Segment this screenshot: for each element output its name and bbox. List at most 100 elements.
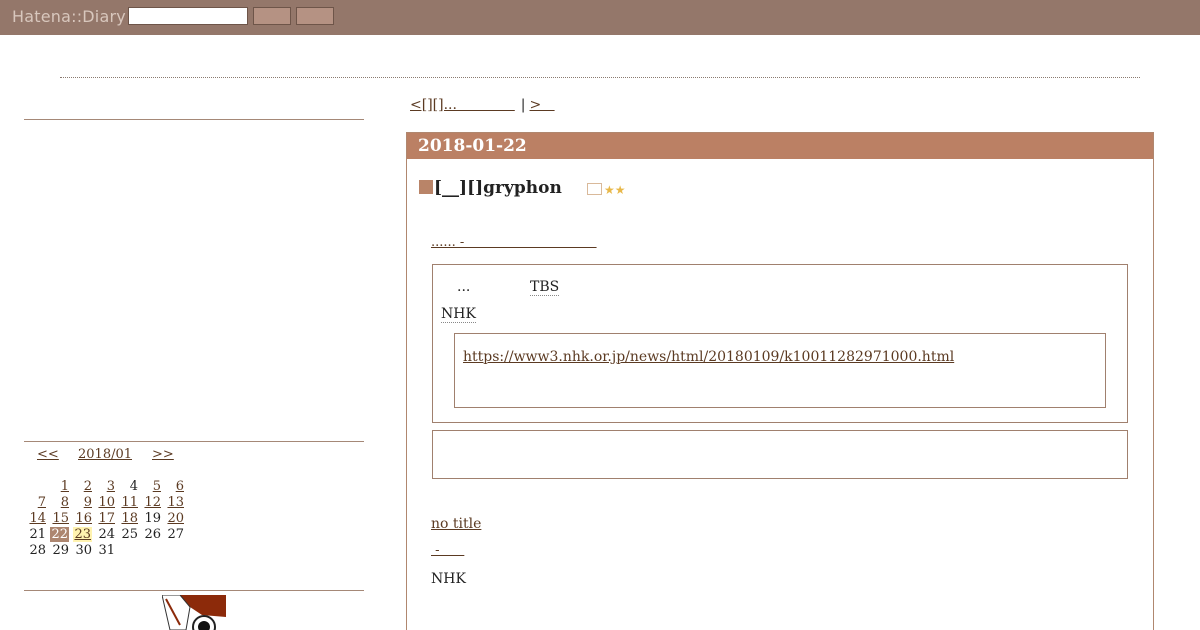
inner-quote-box: https://www3.nhk.or.jp/news/html/2018010…	[454, 333, 1106, 408]
calendar-day-link[interactable]: 10	[98, 495, 115, 510]
calendar-day-link[interactable]: 9	[84, 495, 92, 510]
calendar-day: 9	[70, 495, 93, 511]
calendar-day-link[interactable]: 12	[144, 495, 161, 510]
calendar-day-text: 19	[144, 511, 161, 526]
calendar-day: 12	[139, 495, 162, 511]
sidebar-divider-top	[24, 119, 364, 120]
empty-quote-box	[432, 430, 1128, 479]
next-entry-link[interactable]: >	[530, 97, 555, 113]
calendar-day: 19	[139, 511, 162, 527]
calendar-day-link[interactable]: 17	[98, 511, 115, 526]
calendar-day: 22	[47, 527, 70, 543]
calendar-empty-cell	[162, 543, 185, 559]
add-star-icon[interactable]	[587, 183, 602, 195]
header-button[interactable]	[296, 7, 334, 25]
calendar-day: 1	[47, 479, 70, 495]
site-logo[interactable]: Hatena::Diary	[12, 7, 126, 26]
sidebar-divider-bottom	[24, 590, 364, 591]
quote-ellipsis: ...	[457, 279, 471, 295]
calendar-day-link[interactable]: 5	[153, 479, 161, 494]
calendar-day: 27	[162, 527, 185, 543]
quote-box: ... TBS NHK https://www3.nhk.or.jp/news/…	[432, 264, 1128, 423]
calendar-day-link[interactable]: 18	[121, 511, 138, 526]
calendar-day: 31	[93, 543, 116, 559]
calendar-day: 21	[24, 527, 47, 543]
prev-entry-link[interactable]: <[][]...	[410, 97, 515, 113]
calendar-empty-cell	[139, 543, 162, 559]
calendar-day-link[interactable]: 23	[74, 527, 91, 542]
search-input[interactable]	[128, 7, 248, 25]
no-title-link[interactable]: no title	[431, 516, 481, 532]
calendar-day: 4	[116, 479, 139, 495]
pager: <[][]... | >	[410, 97, 555, 113]
calendar-day-link[interactable]: 7	[38, 495, 46, 510]
calendar-nav: << 2018/01 >>	[24, 447, 224, 465]
calendar-day: 28	[24, 543, 47, 559]
calendar-day-link[interactable]: 8	[61, 495, 69, 510]
calendar-day-link[interactable]: 2	[84, 479, 92, 494]
calendar-day: 7	[24, 495, 47, 511]
calendar-day: 8	[47, 495, 70, 511]
calendar-day-link[interactable]: 11	[121, 495, 138, 510]
calendar-day: 30	[70, 543, 93, 559]
calendar-day: 25	[116, 527, 139, 543]
calendar-day-text: 29	[52, 543, 69, 558]
entry-title-text: [__][]gryphon	[434, 178, 562, 198]
calendar-day: 18	[116, 511, 139, 527]
date-heading: 2018-01-22	[407, 133, 1153, 159]
calendar-day-link[interactable]: 14	[29, 511, 46, 526]
calendar-day-link[interactable]: 6	[176, 479, 184, 494]
pager-separator: |	[520, 97, 526, 113]
calendar-day: 17	[93, 511, 116, 527]
top-bar: Hatena::Diary	[0, 0, 1200, 35]
calendar-week: 123456	[24, 479, 185, 495]
calendar-day: 23	[70, 527, 93, 543]
calendar-day-text: 4	[129, 479, 138, 494]
calendar-day-link[interactable]: 1	[61, 479, 69, 494]
calendar-next-link[interactable]: >>	[152, 447, 174, 462]
calendar-day: 16	[70, 511, 93, 527]
search-button[interactable]	[253, 7, 291, 25]
calendar-day: 14	[24, 511, 47, 527]
dotted-divider	[60, 77, 1140, 78]
calendar-prev-link[interactable]: <<	[37, 447, 59, 462]
calendar-day: 3	[93, 479, 116, 495]
calendar-week: 7 8 9 10 11 12 13	[24, 495, 185, 511]
calendar-day-text: 21	[29, 527, 46, 542]
calendar-day-text: 25	[121, 527, 138, 542]
entry-title: [__][]gryphon	[419, 178, 562, 198]
day-section: 2018-01-22 [__][]gryphon ★★ ...... - ...…	[406, 132, 1154, 630]
calendar-day-text: 30	[75, 543, 92, 558]
calendar-empty-cell	[116, 543, 139, 559]
calendar-highlight: 23	[73, 527, 92, 542]
dash-link[interactable]: -	[431, 543, 464, 558]
calendar-day: 15	[47, 511, 70, 527]
reference-link[interactable]: ...... -	[431, 235, 597, 250]
nhk-text: NHK	[431, 571, 466, 587]
keyword-tbs[interactable]: TBS	[530, 279, 560, 296]
star-icon[interactable]: ★★	[604, 183, 626, 197]
calendar-day: 24	[93, 527, 116, 543]
entry-square-icon[interactable]	[419, 180, 433, 194]
calendar-day-text: 28	[29, 543, 46, 558]
calendar-week: 21 22 23 24 25 26 27	[24, 527, 185, 543]
calendar-day-link[interactable]: 20	[167, 511, 184, 526]
calendar-day-link[interactable]: 15	[52, 511, 69, 526]
calendar-day-link[interactable]: 3	[107, 479, 115, 494]
keyword-nhk[interactable]: NHK	[441, 306, 476, 323]
calendar-week: 28 29 30 31	[24, 543, 185, 559]
calendar-day: 6	[162, 479, 185, 495]
calendar-day-link[interactable]: 22	[50, 527, 69, 542]
nhk-news-link[interactable]: https://www3.nhk.or.jp/news/html/2018010…	[463, 349, 954, 365]
sidebar-divider-calendar	[24, 441, 364, 442]
calendar-month-link[interactable]: 2018/01	[78, 447, 132, 462]
calendar-day: 20	[162, 511, 185, 527]
calendar-day-link[interactable]: 16	[75, 511, 92, 526]
calendar-week: 14 15 16 17 18 19 20	[24, 511, 185, 527]
calendar-day-text: 24	[98, 527, 115, 542]
calendar-day: 11	[116, 495, 139, 511]
calendar-day-text: 26	[144, 527, 161, 542]
calendar-day-link[interactable]: 13	[167, 495, 184, 510]
calendar-day: 2	[70, 479, 93, 495]
calendar-day: 13	[162, 495, 185, 511]
